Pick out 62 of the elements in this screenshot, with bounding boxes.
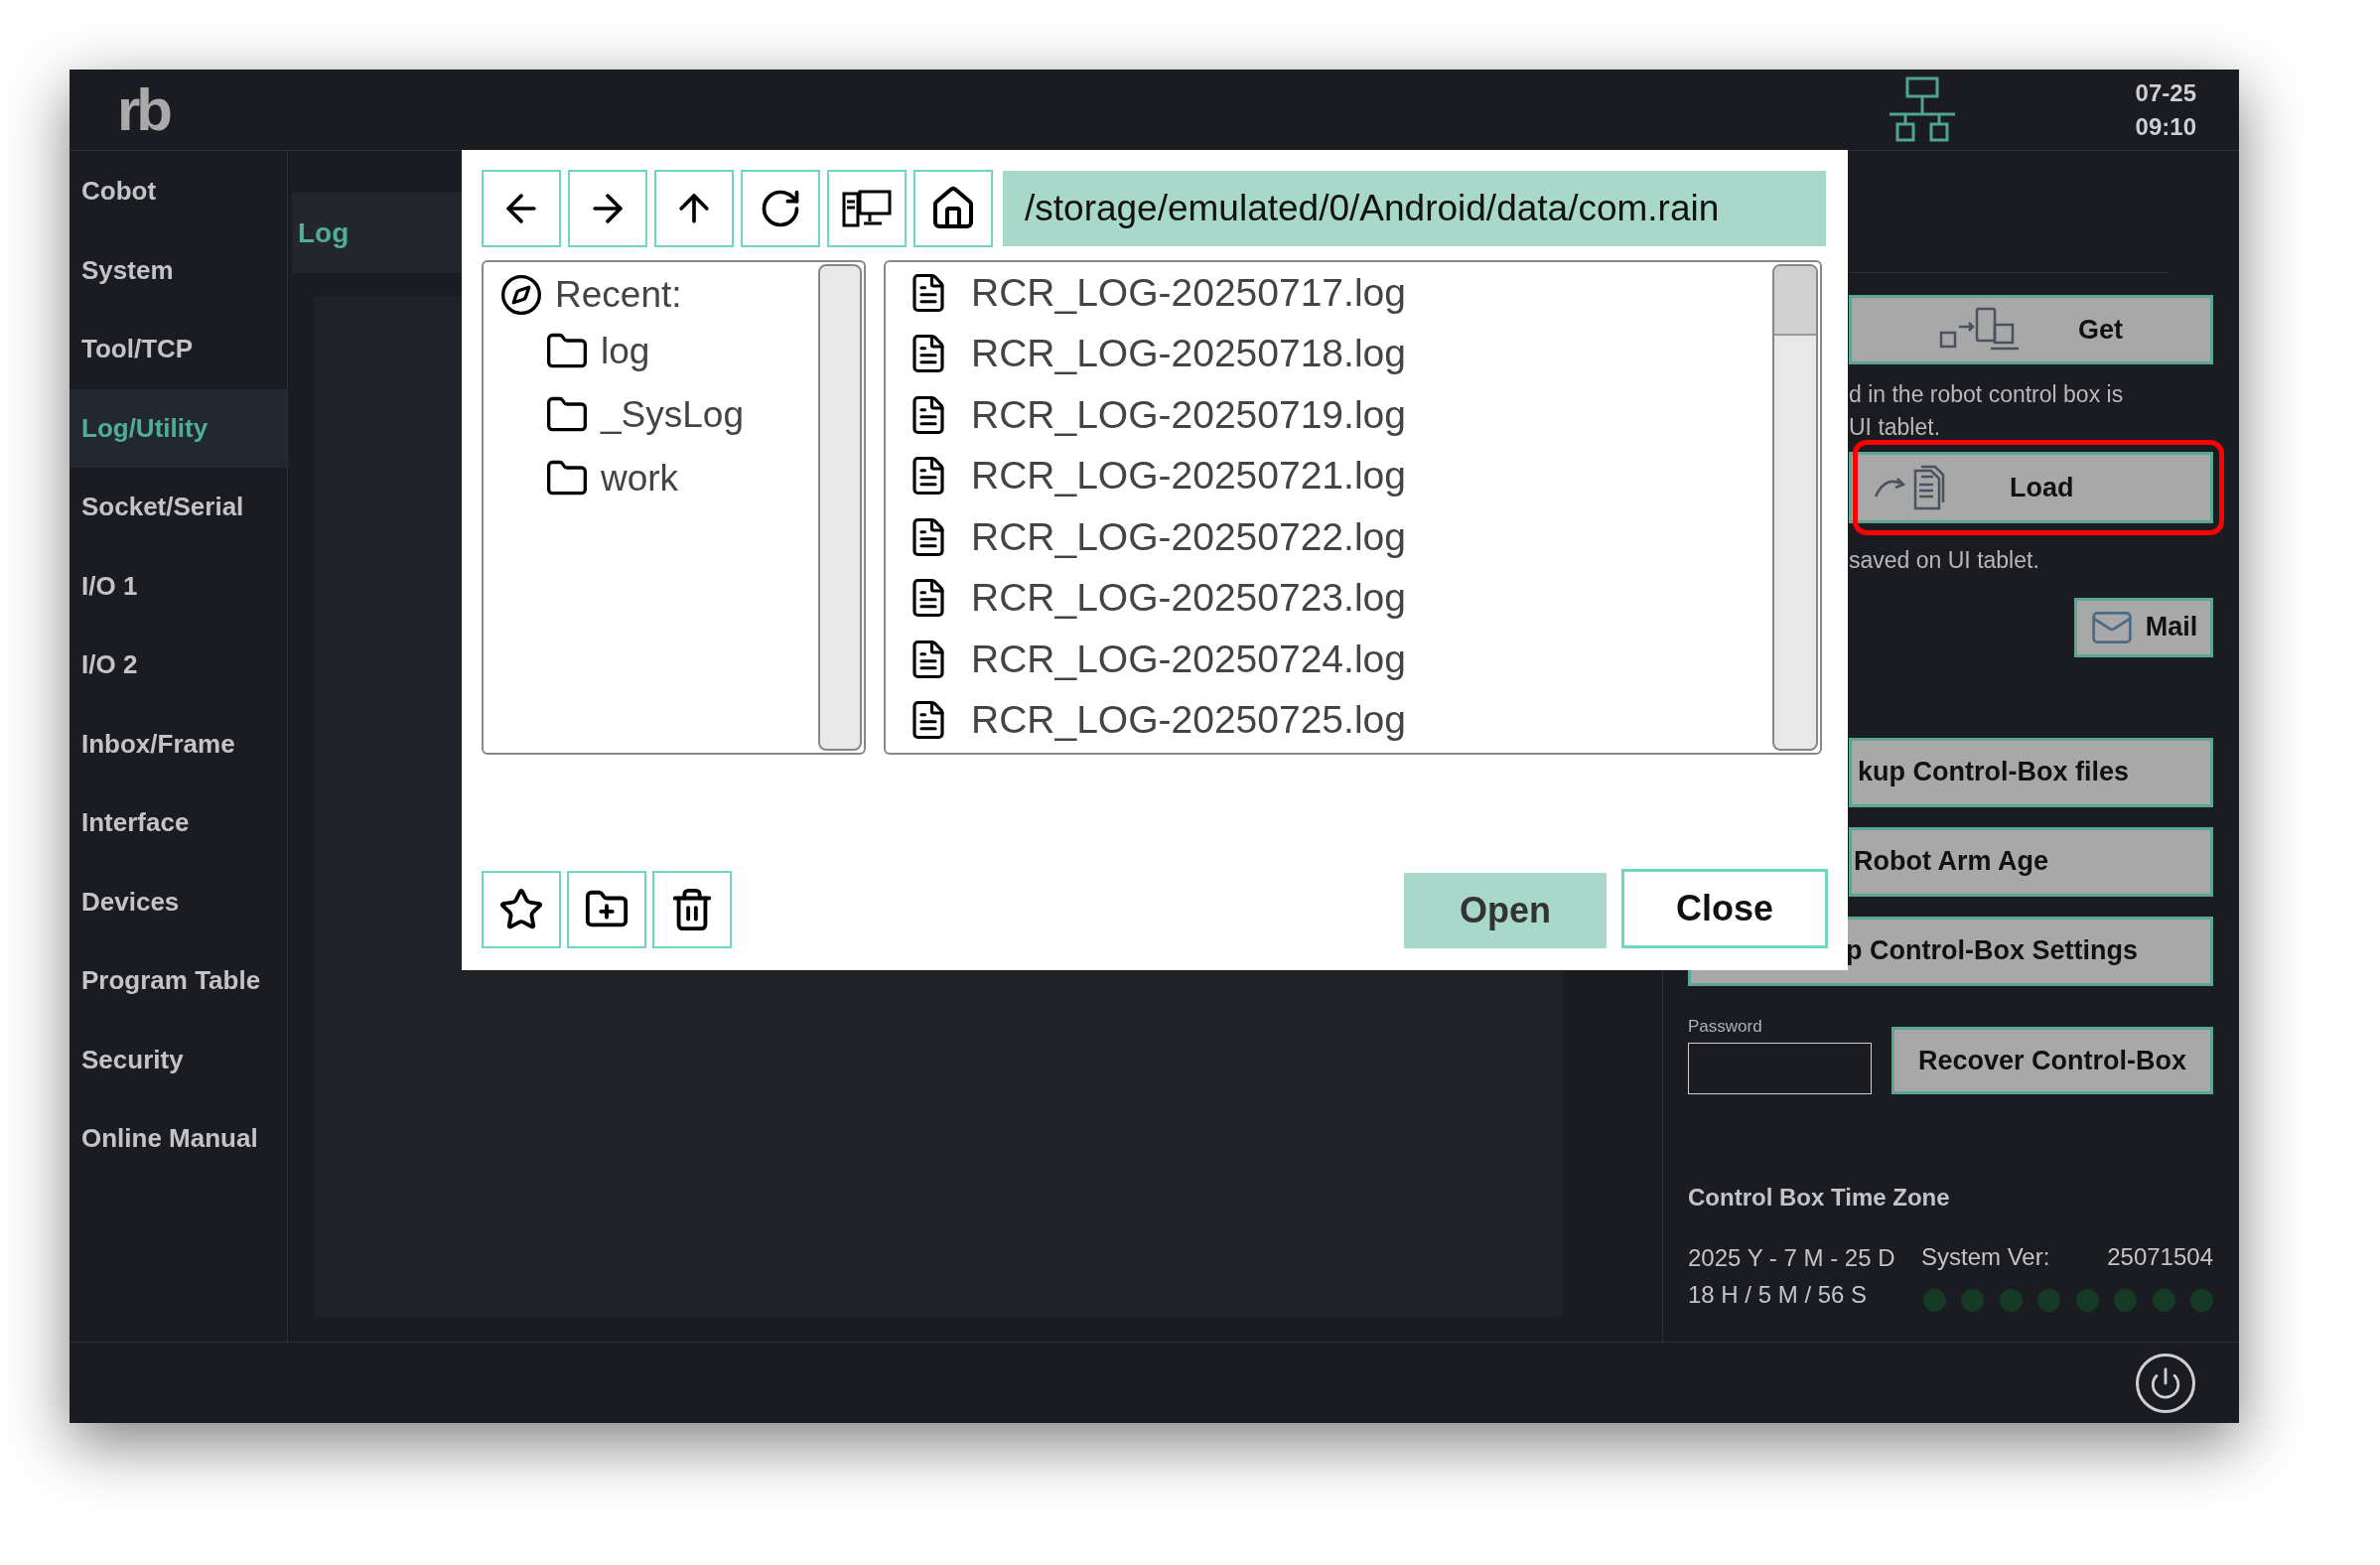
sidebar-item[interactable]: Program Table [70,941,287,1021]
version-label: System Ver: [1921,1242,2050,1272]
date-label: 07-25 [2135,77,2196,108]
logo: rb [117,79,169,140]
time-text: 18 H / 5 M / 56 S [1688,1280,1869,1310]
path-field[interactable]: /storage/emulated/0/Android/data/com.rain [1003,171,1826,246]
compass-icon [499,273,543,317]
folder-item[interactable]: work [499,447,816,510]
sidebar-item[interactable]: System [70,230,287,310]
sidebar-item[interactable]: Cobot [70,152,287,231]
computer-icon [842,188,892,229]
forward-button[interactable] [568,170,647,247]
section-title: Control Box Time Zone [1688,1183,1951,1212]
get-button[interactable]: Get [1849,295,2213,364]
sidebar-item[interactable]: Online Manual [70,1099,287,1179]
recent-label: Recent: [555,273,682,318]
sidebar-item[interactable]: Socket/Serial [70,468,287,547]
sidebar-item[interactable]: Tool/TCP [70,310,287,389]
file-item[interactable]: RCR_LOG-20250722.log [908,506,1770,568]
mail-button[interactable]: Mail [2074,597,2213,657]
folder-item[interactable]: _SysLog [499,383,816,447]
sidebar-item[interactable]: I/O 2 [70,626,287,705]
sidebar-item[interactable]: Log/Utility [70,388,287,468]
power-button[interactable] [2136,1352,2195,1413]
back-button[interactable] [482,170,561,247]
robot-arm-age-button[interactable]: Robot Arm Age [1849,826,2213,897]
favorite-button[interactable] [482,871,561,948]
new-folder-button[interactable] [567,871,646,948]
file-item[interactable]: RCR_LOG-20250724.log [908,629,1770,690]
sidebar-item[interactable]: Security [70,1020,287,1099]
refresh-button[interactable] [741,170,820,247]
note-text: d in the robot control box is [1849,380,2125,409]
backup-files-button[interactable]: kup Control-Box files [1849,737,2213,807]
file-item[interactable]: RCR_LOG-20250717.log [908,262,1770,324]
file-item[interactable]: RCR_LOG-20250718.log [908,323,1770,384]
note-text: UI tablet. [1849,413,1942,442]
sidebar-item[interactable]: Devices [70,862,287,941]
computer-button[interactable] [827,170,907,247]
date-text: 2025 Y - 7 M - 25 D [1688,1243,1896,1273]
delete-button[interactable] [652,871,732,948]
up-button[interactable] [654,170,734,247]
power-icon [2149,1365,2182,1400]
password-label: Password [1688,1015,1763,1038]
folder-item[interactable]: log [499,320,816,383]
file-item[interactable]: RCR_LOG-20250723.log [908,567,1770,629]
time-label: 09:10 [2135,111,2196,142]
file-item[interactable]: RCR_LOG-20250721.log [908,445,1770,506]
password-field[interactable] [1688,1043,1872,1094]
sidebar-item[interactable]: Inbox/Frame [70,704,287,783]
close-button[interactable]: Close [1621,869,1828,948]
tab[interactable]: Log [292,193,463,273]
version-value: 25071504 [2107,1242,2213,1272]
sidebar-item[interactable]: I/O 1 [70,546,287,626]
recover-button[interactable]: Recover Control-Box [1891,1027,2213,1094]
open-button[interactable]: Open [1404,873,1607,948]
file-item[interactable]: RCR_LOG-20250719.log [908,384,1770,446]
sidebar-item[interactable]: Interface [70,783,287,863]
load-button[interactable]: Load [1849,452,2213,523]
home-button[interactable] [913,170,993,247]
note-text: saved on UI tablet. [1849,546,2040,575]
file-item[interactable]: RCR_LOG-20250725.log [908,689,1770,751]
usb-network-icon [1887,75,1957,144]
